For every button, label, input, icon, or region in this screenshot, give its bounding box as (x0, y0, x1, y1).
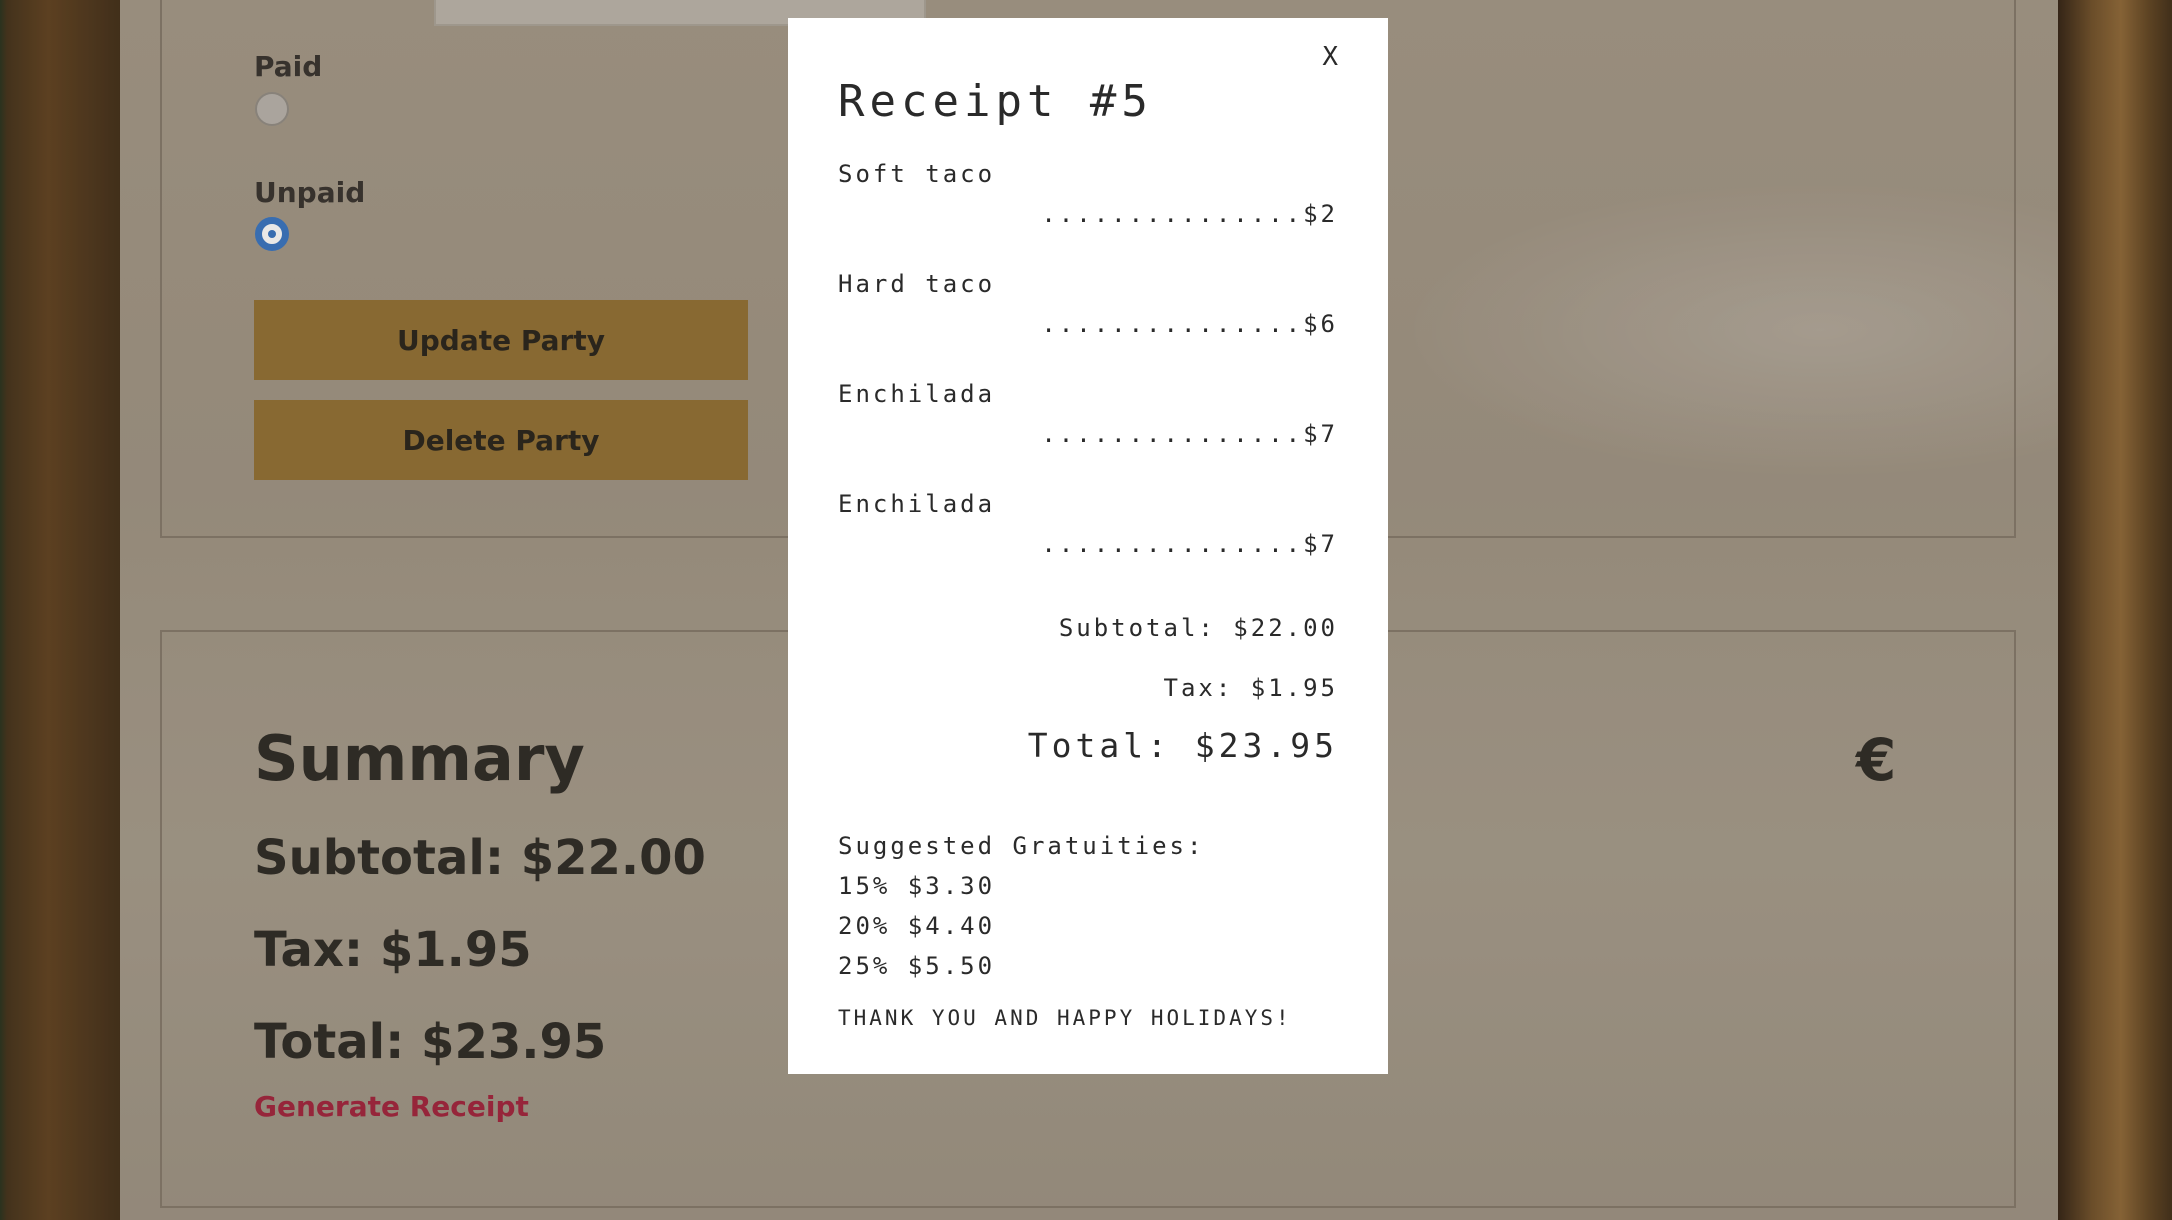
receipt-item-name: Hard taco (838, 270, 996, 298)
gratuity-heading: Suggested Gratuities: (838, 832, 1205, 860)
receipt-thank-you: THANK YOU AND HAPPY HOLIDAYS! (838, 1006, 1292, 1030)
receipt-item: Enchilada ...............$7 (838, 380, 1338, 448)
receipt-item-name: Enchilada (838, 380, 996, 408)
receipt-item-price: ...............$7 (1041, 420, 1338, 448)
receipt-item: Enchilada ...............$7 (838, 490, 1338, 558)
receipt-item: Hard taco ...............$6 (838, 270, 1338, 338)
receipt-item: Soft taco ...............$2 (838, 160, 1338, 228)
receipt-item-name: Enchilada (838, 490, 996, 518)
gratuity-line: 20% $4.40 (838, 912, 996, 940)
receipt-subtotal: Subtotal: $22.00 (1058, 614, 1338, 642)
receipt-item-name: Soft taco (838, 160, 996, 188)
receipt-item-price: ...............$2 (1041, 200, 1338, 228)
gratuity-line: 15% $3.30 (838, 872, 996, 900)
receipt-title: Receipt #5 (838, 76, 1153, 127)
receipt-item-price: ...............$7 (1041, 530, 1338, 558)
receipt-modal: X Receipt #5 Soft taco ...............$2… (788, 18, 1388, 1074)
receipt-total: Total: $23.95 (1027, 726, 1338, 765)
gratuity-line: 25% $5.50 (838, 952, 996, 980)
receipt-item-price: ...............$6 (1041, 310, 1338, 338)
receipt-tax: Tax: $1.95 (1163, 674, 1338, 702)
close-icon[interactable]: X (1322, 42, 1338, 72)
